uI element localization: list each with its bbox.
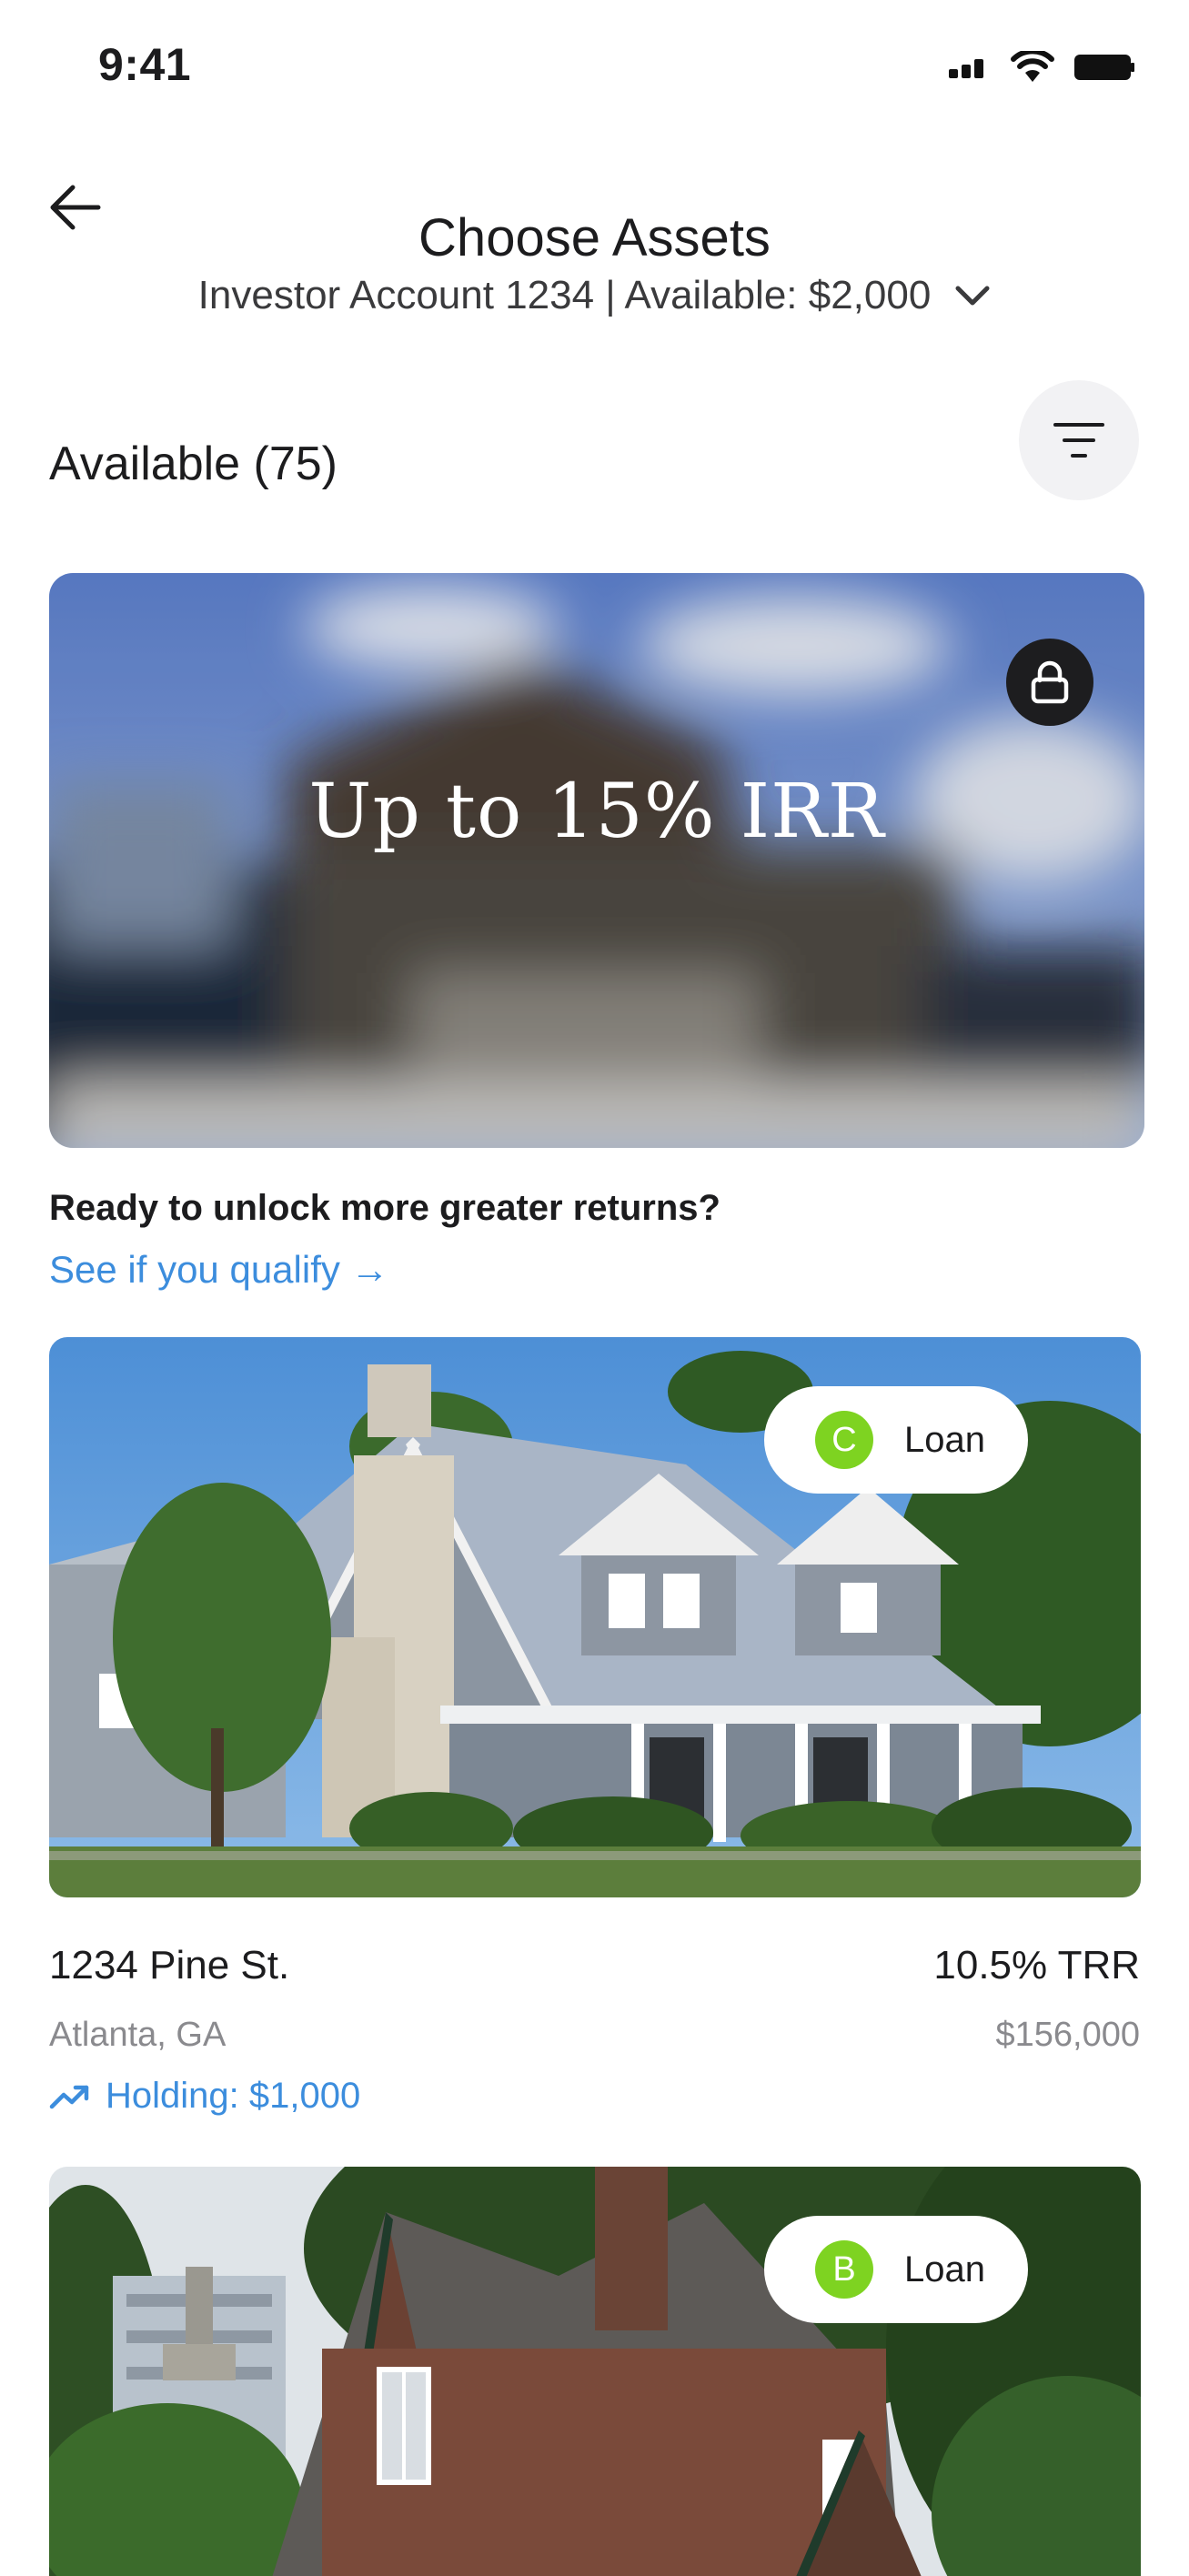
filter-icon (1053, 423, 1104, 458)
asset-name[interactable]: 1234 Pine St. (49, 1943, 289, 1988)
trending-up-icon (49, 2085, 89, 2108)
lock-button[interactable] (1006, 639, 1093, 726)
asset-holding-label: Holding: $1,000 (106, 2076, 361, 2116)
grade-badge: C (815, 1411, 873, 1469)
asset-price: $156,000 (995, 2016, 1141, 2054)
asset-type-badge: C Loan (764, 1386, 1028, 1494)
status-time: 9:41 (98, 39, 192, 90)
choose-assets-screen: 9:41 Choose Assets Investor Account 1234… (0, 0, 1189, 2576)
unlock-prompt: Ready to unlock more greater returns? (49, 1188, 720, 1228)
asset-type-label: Loan (904, 1419, 985, 1460)
chevron-down-icon (955, 286, 990, 306)
account-selector[interactable]: Investor Account 1234 | Available: $2,00… (0, 273, 1189, 318)
asset-holding: Holding: $1,000 (49, 2076, 360, 2117)
status-icons (949, 51, 1134, 84)
account-selector-label: Investor Account 1234 | Available: $2,00… (197, 273, 932, 317)
asset-return: 10.5% TRR (933, 1943, 1140, 1987)
wifi-icon (1011, 51, 1054, 82)
available-count: Available (75) (49, 438, 338, 490)
locked-offer-card[interactable]: Up to 15% IRR (49, 573, 1144, 1148)
asset-location: Atlanta, GA (49, 2016, 227, 2054)
asset-type-label: Loan (904, 2249, 985, 2289)
lock-icon (1031, 660, 1069, 704)
cellular-signal-icon (949, 59, 983, 78)
page-title: Choose Assets (418, 208, 771, 267)
filter-button[interactable] (1019, 380, 1139, 500)
grade-badge: B (815, 2240, 873, 2299)
see-if-you-qualify-link[interactable]: See if you qualify → (49, 1248, 389, 1292)
blurred-property-image (49, 573, 1144, 1148)
asset-type-badge: B Loan (764, 2216, 1028, 2323)
locked-offer-title: Up to 15% IRR (308, 769, 885, 855)
battery-icon (1074, 55, 1134, 80)
